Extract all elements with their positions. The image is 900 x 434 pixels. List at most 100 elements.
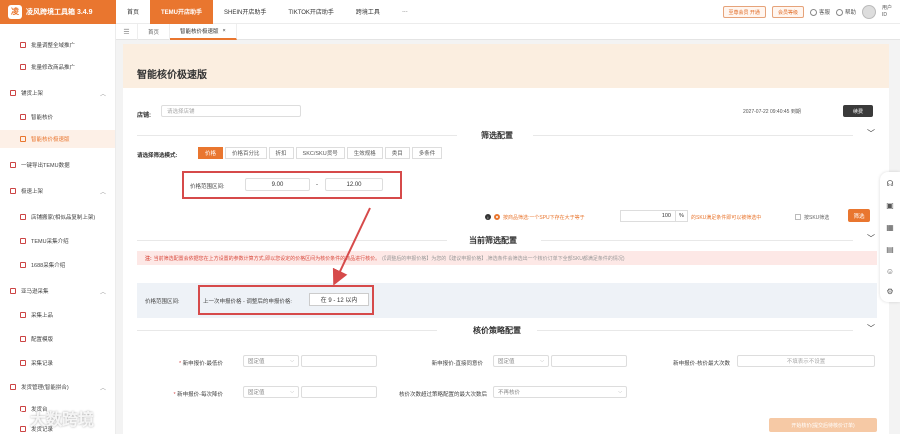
vip-button[interactable]: 会员等级 <box>771 6 804 18</box>
user-info[interactable]: 用户 ID <box>882 5 892 19</box>
gift-icon[interactable]: ▣ <box>885 200 895 210</box>
range-min-input[interactable]: 9.00 <box>245 178 310 191</box>
step-price-mode-select[interactable]: 固定值 ⌵ <box>243 386 299 398</box>
page-tabs: ☰ 首页 智能核价极速版 × <box>116 23 900 40</box>
tab-label: 首页 <box>148 29 160 36</box>
range-dash: - <box>316 182 318 188</box>
sidebar-group-shipping[interactable]: 发货管理(智能拼合) ︿ <box>0 378 115 396</box>
sidebar-item-store-move[interactable]: 店铺搬家(相似品复制上架) <box>0 208 115 226</box>
tab-home[interactable]: 首页 <box>138 23 171 40</box>
upload-icon <box>20 312 26 318</box>
sidebar-item-batch-adjust-promo[interactable]: 批量调整全域推广 <box>0 36 115 54</box>
avatar[interactable] <box>861 5 876 19</box>
sidebar-item-label: 亚马逊采集 <box>21 289 49 295</box>
list-icon <box>20 42 26 48</box>
tab-smart-pricing-fast[interactable]: 智能核价极速版 × <box>170 23 237 40</box>
min-price-input[interactable] <box>301 355 377 367</box>
sidebar-item-collect-upload[interactable]: 采集上品 <box>0 306 115 324</box>
sidebar-item-1688-collect[interactable]: 1688采集介绍 <box>0 256 115 274</box>
renew-button[interactable]: 续费 <box>843 105 873 117</box>
sidebar-item-label: 极速上架 <box>21 189 44 195</box>
upgrade-button[interactable]: 至尊会员 开通 <box>722 6 766 18</box>
sidebar-item-smart-pricing[interactable]: 智能核价 <box>0 108 115 126</box>
user-name: 用户 <box>881 5 892 11</box>
sidebar-item-label: 发货管理(智能拼合) <box>21 385 69 391</box>
nav-more[interactable]: ··· <box>391 0 419 24</box>
divider <box>541 240 853 241</box>
top-navigation-bar: 凌 凌风跨境工具箱 3.4.9 首页 TEMU开店助手 SHEIN开店助手 TI… <box>0 0 900 24</box>
upload-icon <box>10 90 16 96</box>
mode-price[interactable]: 价格 <box>198 147 224 159</box>
qrcode-icon[interactable]: ▦ <box>885 222 895 232</box>
current-range-text: 上一次申报价格 - 调整后的申报价格: <box>203 299 292 305</box>
mode-price-percent[interactable]: 价格百分比 <box>225 147 267 159</box>
divider <box>537 330 853 331</box>
filter-button[interactable]: 筛选 <box>848 209 870 222</box>
chevron-down-icon[interactable]: ﹀ <box>867 323 875 334</box>
chevron-down-icon: ⌵ <box>290 358 294 364</box>
sidebar-item-label: TEMU采集介绍 <box>31 239 69 245</box>
sidebar-item-collect-log[interactable]: 采集记录 <box>0 354 115 372</box>
agree-price-input[interactable] <box>551 355 627 367</box>
agree-price-label: 新申报价-直接同意价 <box>431 361 483 367</box>
watermark-logo-icon <box>12 411 26 425</box>
mode-multi[interactable]: 多条件 <box>411 147 443 159</box>
shop-select[interactable]: 请选择店铺 <box>161 105 301 117</box>
main-panel: 智能核价极速版 店铺: 请选择店铺 2027-07-22 09:40:45 到期… <box>123 44 889 434</box>
collect-icon <box>20 238 26 244</box>
mode-skc-sku[interactable]: SKC/SKU货号 <box>295 147 345 159</box>
service-link[interactable]: 客服 <box>809 8 830 16</box>
collapse-sidebar-icon[interactable]: ☰ <box>116 23 138 40</box>
document-icon[interactable]: ▤ <box>885 244 895 254</box>
mode-discount[interactable]: 折扣 <box>268 147 294 159</box>
sidebar-group-amazon[interactable]: 亚马逊采集 ︿ <box>0 282 115 300</box>
sidebar-item-batch-modify-promo[interactable]: 批量修改商品推广 <box>0 58 115 76</box>
percent-unit: % <box>676 210 688 222</box>
mode-category[interactable]: 类目 <box>384 147 410 159</box>
sidebar-group-fast-listing[interactable]: 极速上架 ︿ <box>0 182 115 200</box>
sidebar-item-template[interactable]: 配置模版 <box>0 330 115 348</box>
user-settings-icon[interactable]: ⚙ <box>885 286 895 296</box>
range-max-input[interactable]: 12.00 <box>325 178 383 191</box>
user-icon[interactable]: ☺ <box>885 266 895 276</box>
headset-icon[interactable]: ☊ <box>885 178 895 188</box>
sidebar-group-listing[interactable]: 铺货上架 ︿ <box>0 84 115 102</box>
sidebar-item-smart-pricing-fast[interactable]: 智能核价极速版 <box>0 130 115 148</box>
percent-input[interactable]: 100 <box>620 210 676 222</box>
chevron-down-icon[interactable]: ﹀ <box>867 233 875 244</box>
chevron-down-icon: ⌵ <box>540 358 544 364</box>
max-count-input[interactable]: 不填表示不设置 <box>737 355 875 367</box>
nav-shein[interactable]: SHEIN开店助手 <box>213 0 277 24</box>
sidebar-item-label: 配置模版 <box>31 337 54 343</box>
current-range-value: 在 9 - 12 以内 <box>309 293 369 306</box>
min-price-mode-select[interactable]: 固定值 ⌵ <box>243 355 299 367</box>
sidebar-group-export-temu[interactable]: 一键导出TEMU数据 <box>0 156 115 174</box>
step-price-label: * 新申报价-每次降价 <box>173 392 223 398</box>
spu-radio[interactable] <box>494 214 500 220</box>
close-icon[interactable]: × <box>223 28 226 34</box>
current-section-title: 当前筛选配置 <box>469 236 517 245</box>
sidebar-item-label: 智能核价 <box>31 115 54 121</box>
log-icon <box>20 360 26 366</box>
help-link[interactable]: 帮助 <box>835 8 856 16</box>
after-max-select[interactable]: 不再核价 ⌵ <box>493 386 627 398</box>
nav-tools[interactable]: 跨境工具 <box>345 0 391 24</box>
page-title: 智能核价极速版 <box>137 70 207 81</box>
nav-tiktok[interactable]: TIKTOK开店助手 <box>277 0 345 24</box>
agree-price-mode-select[interactable]: 固定值 ⌵ <box>493 355 549 367</box>
start-pricing-button[interactable]: 开始核价(提交后待核价订单) <box>769 418 877 432</box>
headset-icon <box>809 8 817 16</box>
sidebar-item-label: 铺货上架 <box>21 91 44 97</box>
sku-filter-checkbox[interactable] <box>795 214 801 220</box>
nav-home[interactable]: 首页 <box>116 0 150 24</box>
mode-spec[interactable]: 生效规格 <box>346 147 383 159</box>
tab-label: 智能核价极速版 <box>180 28 219 35</box>
chevron-down-icon[interactable]: ﹀ <box>867 128 875 139</box>
info-icon[interactable]: i <box>485 214 491 220</box>
chevron-up-icon: ︿ <box>99 385 106 392</box>
app-brand[interactable]: 凌 凌风跨境工具箱 3.4.9 <box>0 0 116 24</box>
chevron-down-icon: ⌵ <box>618 389 622 395</box>
truck-icon <box>10 384 16 390</box>
nav-temu[interactable]: TEMU开店助手 <box>150 0 214 24</box>
sidebar-item-temu-collect[interactable]: TEMU采集介绍 <box>0 232 115 250</box>
